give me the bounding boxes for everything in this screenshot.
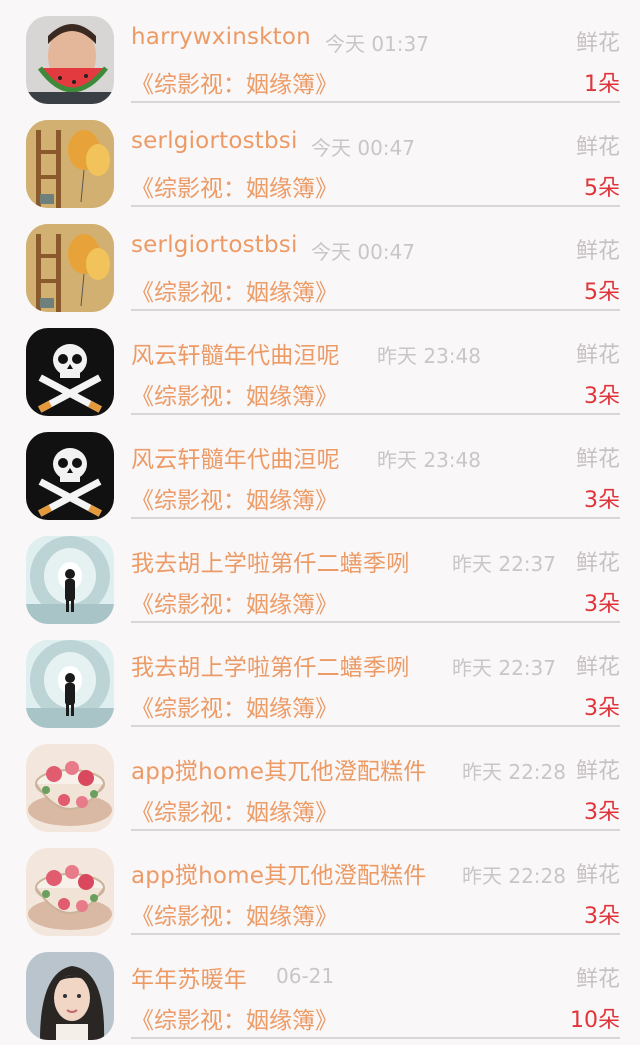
tunnel-figure-avatar-icon bbox=[26, 640, 114, 728]
sender-name[interactable]: serlgiortostbsi bbox=[131, 128, 298, 154]
gift-count: 1朵 bbox=[584, 72, 620, 97]
list-item[interactable]: app搅home其兀他澄配糕件 昨天 22:28 鲜花 《综影视：姻缘簿》 3朵 bbox=[0, 728, 640, 832]
gift-count: 3朵 bbox=[584, 696, 620, 721]
avatar[interactable] bbox=[26, 536, 114, 624]
list-item[interactable]: 风云轩髓年代曲洹呢 昨天 23:48 鲜花 《综影视：姻缘簿》 3朵 bbox=[0, 312, 640, 416]
book-title[interactable]: 《综影视：姻缘簿》 bbox=[131, 65, 338, 99]
sender-name[interactable]: 风云轩髓年代曲洹呢 bbox=[131, 440, 340, 474]
gift-type: 鲜花 bbox=[575, 863, 620, 888]
divider bbox=[131, 1037, 620, 1039]
gift-type: 鲜花 bbox=[575, 343, 620, 368]
sender-name[interactable]: 年年苏暖年 bbox=[131, 960, 247, 994]
avatar[interactable] bbox=[26, 744, 114, 832]
balloon-ladder-avatar-icon bbox=[26, 224, 114, 312]
sender-name[interactable]: harrywxinskton bbox=[131, 24, 311, 50]
gift-type: 鲜花 bbox=[575, 967, 620, 992]
list-item[interactable]: 年年苏暖年 06-21 鲜花 《综影视：姻缘簿》 10朵 bbox=[0, 936, 640, 1040]
avatar[interactable] bbox=[26, 848, 114, 936]
list-item[interactable]: 我去胡上学啦第仟二蟮季咧 昨天 22:37 鲜花 《综影视：姻缘簿》 3朵 bbox=[0, 624, 640, 728]
book-title[interactable]: 《综影视：姻缘簿》 bbox=[131, 1001, 338, 1035]
send-time: 昨天 22:28 bbox=[462, 760, 566, 784]
gift-count: 5朵 bbox=[584, 280, 620, 305]
send-time: 今天 00:47 bbox=[311, 136, 415, 160]
avatar[interactable] bbox=[26, 328, 114, 416]
flower-gift-list: harrywxinskton 今天 01:37 鲜花 《综影视：姻缘簿》 1朵 … bbox=[0, 0, 640, 1040]
gift-count: 10朵 bbox=[570, 1008, 620, 1033]
teacup-roses-avatar-icon bbox=[26, 848, 114, 936]
avatar[interactable] bbox=[26, 640, 114, 728]
book-title[interactable]: 《综影视：姻缘簿》 bbox=[131, 377, 338, 411]
divider bbox=[131, 413, 620, 415]
gift-type: 鲜花 bbox=[575, 135, 620, 160]
avatar[interactable] bbox=[26, 952, 114, 1040]
divider bbox=[131, 205, 620, 207]
avatar[interactable] bbox=[26, 16, 114, 104]
skull-cigarettes-avatar-icon bbox=[26, 328, 114, 416]
gift-count: 3朵 bbox=[584, 904, 620, 929]
divider bbox=[131, 725, 620, 727]
send-time: 今天 01:37 bbox=[325, 32, 429, 56]
book-title[interactable]: 《综影视：姻缘簿》 bbox=[131, 689, 338, 723]
send-time: 昨天 22:28 bbox=[462, 864, 566, 888]
list-item[interactable]: serlgiortostbsi 今天 00:47 鲜花 《综影视：姻缘簿》 5朵 bbox=[0, 104, 640, 208]
avatar[interactable] bbox=[26, 432, 114, 520]
balloon-ladder-avatar-icon bbox=[26, 120, 114, 208]
gift-type: 鲜花 bbox=[575, 447, 620, 472]
send-time: 昨天 23:48 bbox=[377, 448, 481, 472]
gift-count: 3朵 bbox=[584, 592, 620, 617]
sender-name[interactable]: serlgiortostbsi bbox=[131, 232, 298, 258]
gift-type: 鲜花 bbox=[575, 759, 620, 784]
send-time: 今天 00:47 bbox=[311, 240, 415, 264]
send-time: 昨天 23:48 bbox=[377, 344, 481, 368]
book-title[interactable]: 《综影视：姻缘簿》 bbox=[131, 169, 338, 203]
gift-count: 3朵 bbox=[584, 488, 620, 513]
skull-cigarettes-avatar-icon bbox=[26, 432, 114, 520]
sender-name[interactable]: 我去胡上学啦第仟二蟮季咧 bbox=[131, 544, 409, 578]
teacup-roses-avatar-icon bbox=[26, 744, 114, 832]
gift-type: 鲜花 bbox=[575, 655, 620, 680]
gift-count: 3朵 bbox=[584, 384, 620, 409]
list-item[interactable]: app搅home其兀他澄配糕件 昨天 22:28 鲜花 《综影视：姻缘簿》 3朵 bbox=[0, 832, 640, 936]
book-title[interactable]: 《综影视：姻缘簿》 bbox=[131, 481, 338, 515]
divider bbox=[131, 621, 620, 623]
list-item[interactable]: harrywxinskton 今天 01:37 鲜花 《综影视：姻缘簿》 1朵 bbox=[0, 0, 640, 104]
book-title[interactable]: 《综影视：姻缘簿》 bbox=[131, 273, 338, 307]
sender-name[interactable]: app搅home其兀他澄配糕件 bbox=[131, 856, 427, 890]
divider bbox=[131, 829, 620, 831]
send-time: 昨天 22:37 bbox=[452, 552, 556, 576]
divider bbox=[131, 517, 620, 519]
sender-name[interactable]: 风云轩髓年代曲洹呢 bbox=[131, 336, 340, 370]
book-title[interactable]: 《综影视：姻缘簿》 bbox=[131, 793, 338, 827]
gift-type: 鲜花 bbox=[575, 31, 620, 56]
gift-type: 鲜花 bbox=[575, 239, 620, 264]
sender-name[interactable]: 我去胡上学啦第仟二蟮季咧 bbox=[131, 648, 409, 682]
divider bbox=[131, 933, 620, 935]
divider bbox=[131, 101, 620, 103]
gift-count: 5朵 bbox=[584, 176, 620, 201]
avatar[interactable] bbox=[26, 120, 114, 208]
avatar[interactable] bbox=[26, 224, 114, 312]
woman-portrait-avatar-icon bbox=[26, 952, 114, 1040]
send-time: 昨天 22:37 bbox=[452, 656, 556, 680]
divider bbox=[131, 309, 620, 311]
list-item[interactable]: 风云轩髓年代曲洹呢 昨天 23:48 鲜花 《综影视：姻缘簿》 3朵 bbox=[0, 416, 640, 520]
send-time: 06-21 bbox=[276, 964, 335, 988]
book-title[interactable]: 《综影视：姻缘簿》 bbox=[131, 585, 338, 619]
gift-count: 3朵 bbox=[584, 800, 620, 825]
tunnel-figure-avatar-icon bbox=[26, 536, 114, 624]
list-item[interactable]: 我去胡上学啦第仟二蟮季咧 昨天 22:37 鲜花 《综影视：姻缘簿》 3朵 bbox=[0, 520, 640, 624]
watermelon-man-avatar-icon bbox=[26, 16, 114, 104]
list-item[interactable]: serlgiortostbsi 今天 00:47 鲜花 《综影视：姻缘簿》 5朵 bbox=[0, 208, 640, 312]
book-title[interactable]: 《综影视：姻缘簿》 bbox=[131, 897, 338, 931]
gift-type: 鲜花 bbox=[575, 551, 620, 576]
sender-name[interactable]: app搅home其兀他澄配糕件 bbox=[131, 752, 427, 786]
